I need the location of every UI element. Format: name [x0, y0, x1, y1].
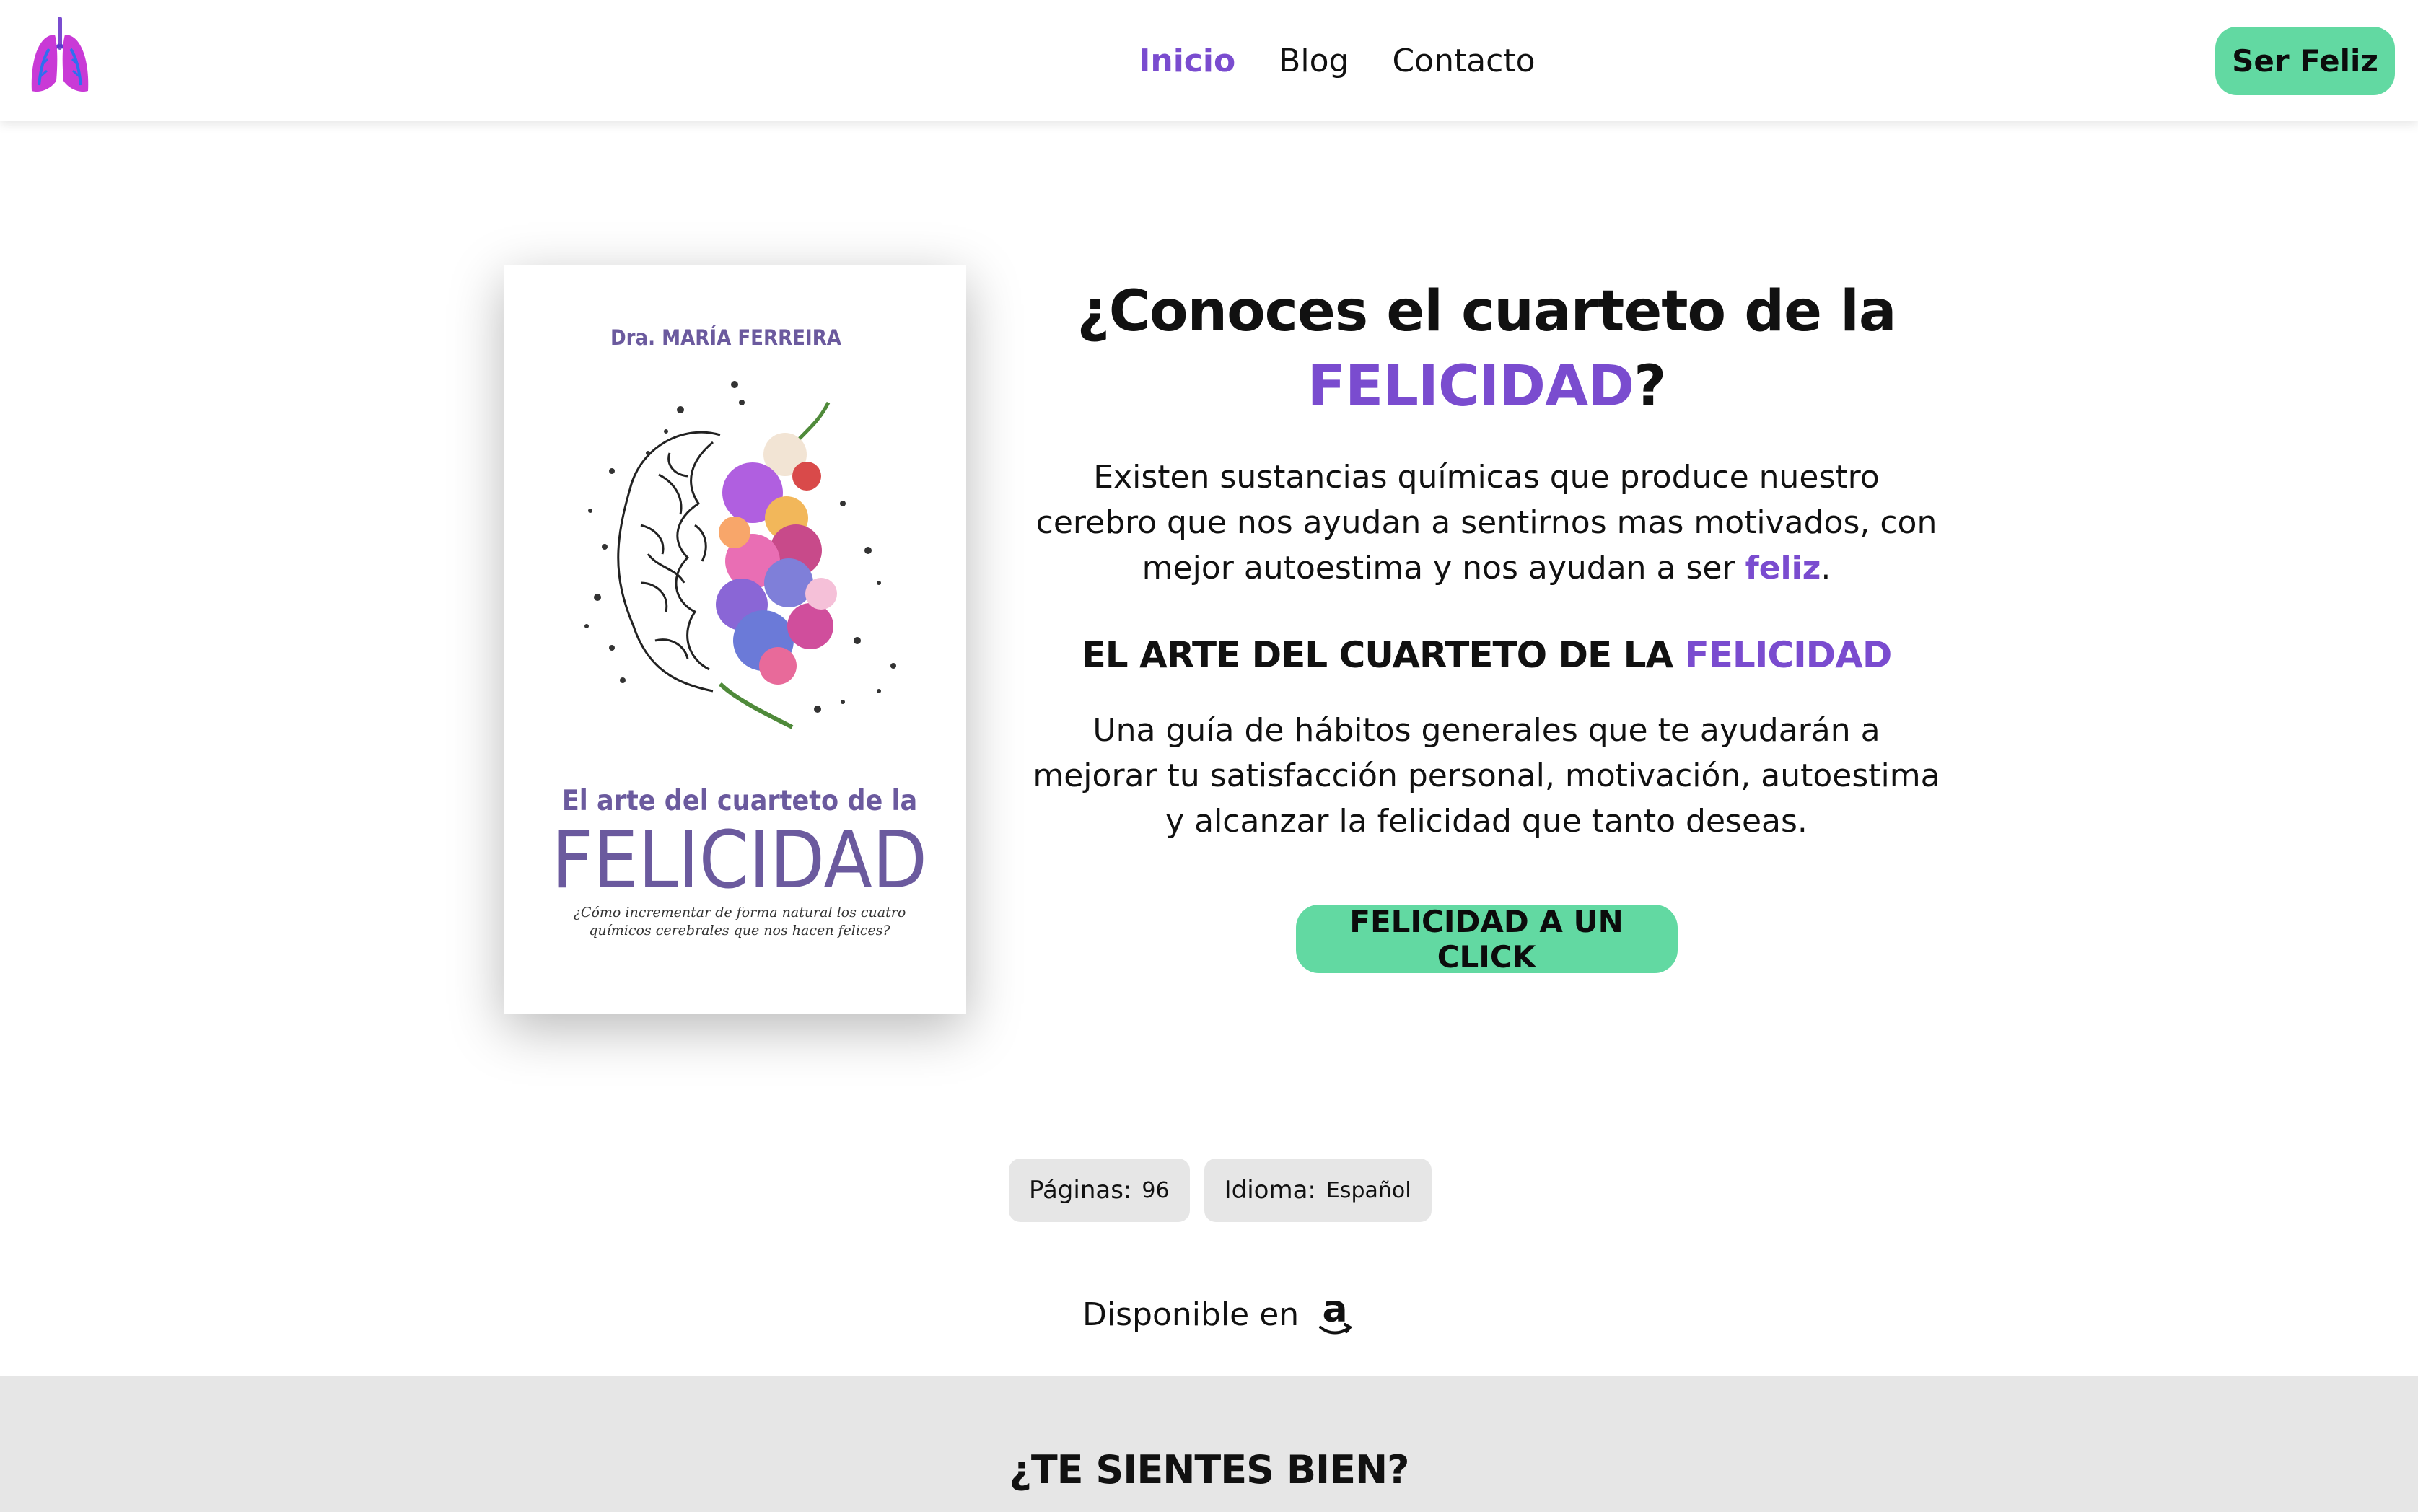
hero-paragraph-1-highlight: feliz	[1745, 550, 1821, 586]
ser-feliz-button[interactable]: Ser Feliz	[2215, 27, 2395, 95]
hero-title-highlight: FELICIDAD	[1307, 354, 1634, 419]
language-label: Idioma:	[1224, 1176, 1316, 1205]
feeling-section-title: ¿TE SIENTES BIEN?	[1009, 1447, 1410, 1493]
hero-title-text: ¿Conoces el cuarteto de la	[1077, 279, 1896, 344]
hero-paragraph-1-end: .	[1821, 550, 1831, 586]
language-chip: Idioma: Español	[1204, 1159, 1432, 1222]
hero-subtitle-text: EL ARTE DEL CUARTETO DE LA	[1081, 634, 1674, 676]
pages-label: Páginas:	[1029, 1176, 1132, 1205]
pages-value: 96	[1142, 1177, 1170, 1203]
language-value: Español	[1326, 1177, 1411, 1203]
hero-subtitle: EL ARTE DEL CUARTETO DE LA FELICIDAD	[1032, 634, 1941, 676]
lungs-logo-icon[interactable]	[27, 13, 92, 98]
book-title-line: El arte del cuarteto de la	[562, 785, 917, 817]
availability-label: Disponible en	[1082, 1296, 1300, 1333]
nav-item-contacto[interactable]: Contacto	[1392, 43, 1535, 79]
nav-item-inicio[interactable]: Inicio	[1139, 43, 1235, 79]
book-meta: Páginas: 96 Idioma: Español	[1009, 1159, 1432, 1222]
site-header: Inicio Blog Contacto Ser Feliz	[0, 0, 2418, 121]
book-subtitle-2: químicos cerebrales que nos hacen felice…	[589, 923, 890, 939]
felicidad-click-button[interactable]: FELICIDAD A UN CLICK	[1295, 904, 1678, 975]
main-nav: Inicio Blog Contacto	[1139, 0, 1536, 121]
book-title-big: FELICIDAD	[552, 814, 927, 906]
availability: Disponible en a	[1082, 1291, 1355, 1337]
hero-subtitle-highlight: FELICIDAD	[1684, 634, 1893, 676]
book-cover-art: Dra. MARÍA FERREIRA El arte del cuarteto…	[504, 265, 966, 1014]
book-cover[interactable]: Dra. MARÍA FERREIRA El arte del cuarteto…	[504, 265, 966, 1014]
hero-title: ¿Conoces el cuarteto de la FELICIDAD?	[1032, 274, 1941, 424]
book-author: Dra. MARÍA FERREIRA	[610, 325, 842, 350]
pages-chip: Páginas: 96	[1009, 1159, 1190, 1222]
nav-item-blog[interactable]: Blog	[1279, 43, 1349, 79]
hero-content: ¿Conoces el cuarteto de la FELICIDAD? Ex…	[1032, 274, 1941, 975]
hero-paragraph-1: Existen sustancias químicas que produce …	[1032, 454, 1941, 591]
hero-title-end: ?	[1634, 354, 1666, 419]
hero-paragraph-2: Una guía de hábitos generales que te ayu…	[1033, 712, 1940, 840]
book-subtitle-1: ¿Cómo incrementar de forma natural los c…	[574, 905, 906, 920]
amazon-icon[interactable]: a	[1315, 1291, 1355, 1337]
